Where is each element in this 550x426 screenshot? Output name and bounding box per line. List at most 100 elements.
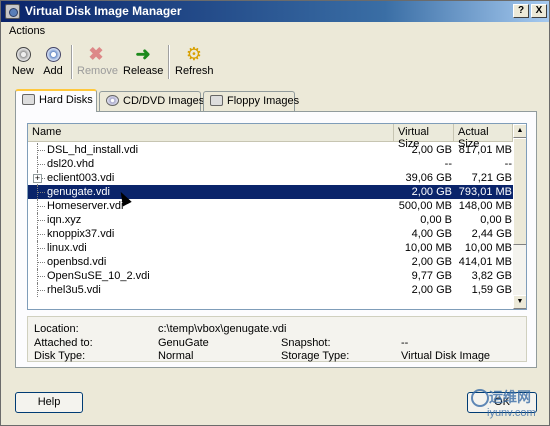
add-button[interactable]: Add — [39, 45, 67, 81]
menu-actions[interactable]: Actions — [9, 25, 45, 37]
tab-panel: Name Virtual Size Actual Size DSL_hd_ins… — [15, 111, 537, 368]
remove-label: Remove — [77, 65, 118, 77]
title-bar[interactable]: Virtual Disk Image Manager ? X — [1, 1, 549, 22]
release-button[interactable]: ➜ Release — [123, 45, 163, 81]
disk-name: rhel3u5.vdi — [47, 284, 101, 296]
actual-size: 3,82 GB — [471, 270, 512, 282]
tab-label: Hard Disks — [39, 94, 93, 106]
table-row[interactable]: rhel3u5.vdi 2,00 GB 1,59 GB — [28, 283, 513, 297]
virtual-size: 2,00 GB — [411, 144, 452, 156]
table-row[interactable]: OpenSuSE_10_2.vdi 9,77 GB 3,82 GB — [28, 269, 513, 283]
actual-size: 10,00 MB — [464, 242, 512, 254]
attached-label: Attached to: — [34, 337, 93, 349]
disk-name: knoppix37.vdi — [47, 228, 115, 240]
actual-size: 414,01 MB — [458, 256, 512, 268]
column-name[interactable]: Name — [28, 124, 394, 142]
tab-hard-disks[interactable]: Hard Disks — [15, 89, 97, 112]
help-button[interactable]: Help — [15, 392, 83, 413]
column-actual-size[interactable]: Actual Size — [454, 124, 513, 150]
table-row[interactable]: dsl20.vhd -- -- — [28, 157, 513, 171]
watermark-text: 运维网 — [489, 389, 531, 405]
actual-size: 2,44 GB — [471, 228, 512, 240]
table-row[interactable]: iqn.xyz 0,00 B 0,00 B — [28, 213, 513, 227]
actual-size: 1,59 GB — [471, 284, 512, 296]
help-title-button[interactable]: ? — [513, 4, 529, 18]
table-row[interactable]: + eclient003.vdi 39,06 GB 7,21 GB — [28, 171, 513, 185]
tree-branch-line — [37, 185, 45, 199]
location-value: c:\temp\vbox\genugate.vdi — [158, 323, 287, 335]
table-row[interactable]: DSL_hd_install.vdi 2,00 GB 817,01 MB — [28, 143, 513, 157]
tree-branch-line — [37, 199, 45, 213]
list-header: Name Virtual Size Actual Size — [28, 124, 513, 150]
tree-branch-line — [37, 269, 45, 283]
table-row[interactable]: linux.vdi 10,00 MB 10,00 MB — [28, 241, 513, 255]
expand-icon[interactable]: + — [33, 174, 42, 183]
virtual-size: 2,00 GB — [411, 284, 452, 296]
virtual-size: 2,00 GB — [411, 256, 452, 268]
disk-name: Homeserver.vdi — [47, 200, 124, 212]
add-label: Add — [43, 65, 63, 77]
actual-size: 7,21 GB — [471, 172, 512, 184]
hard-disk-icon — [22, 94, 35, 105]
disk-name: dsl20.vhd — [47, 158, 95, 170]
refresh-button[interactable]: ⚙ Refresh — [175, 44, 214, 81]
new-button[interactable]: New — [9, 45, 37, 81]
attached-value: GenuGate — [158, 337, 209, 349]
toolbar-separator — [71, 45, 73, 79]
add-disk-icon — [44, 45, 62, 63]
actual-size: 148,00 MB — [458, 200, 512, 212]
toolbar-separator — [168, 45, 170, 79]
table-row[interactable]: Homeserver.vdi 500,00 MB 148,00 MB — [28, 199, 513, 213]
tree-branch-line — [37, 227, 45, 241]
tree-branch-line — [37, 143, 45, 157]
remove-button[interactable]: ✖ Remove — [77, 44, 118, 81]
refresh-gear-icon: ⚙ — [185, 44, 203, 64]
scroll-thumb[interactable] — [513, 138, 526, 245]
storage-type-value: Virtual Disk Image — [401, 350, 491, 362]
table-row[interactable]: knoppix37.vdi 4,00 GB 2,44 GB — [28, 227, 513, 241]
tree-branch-line — [37, 213, 45, 227]
snapshot-label: Snapshot: — [281, 337, 331, 349]
tab-cd-dvd-images[interactable]: CD/DVD Images — [99, 91, 205, 111]
menu-bar: Actions — [1, 22, 549, 41]
vertical-scrollbar[interactable]: ▲ ▼ — [513, 124, 526, 309]
toolbar: New Add ✖ Remove ➜ Release ⚙ Refresh — [1, 41, 549, 85]
app-icon — [5, 4, 20, 19]
virtual-size: 39,06 GB — [405, 172, 452, 184]
disk-name: OpenSuSE_10_2.vdi — [47, 270, 150, 282]
disk-name: openbsd.vdi — [47, 256, 107, 268]
table-row[interactable]: genugate.vdi 2,00 GB 793,01 MB — [28, 185, 513, 199]
release-arrow-icon: ➜ — [135, 44, 151, 64]
virtual-size: 10,00 MB — [404, 242, 452, 254]
watermark-url: iyunv.com — [487, 407, 536, 419]
refresh-label: Refresh — [175, 65, 214, 77]
tree-branch-line — [37, 157, 45, 171]
scroll-up-icon[interactable]: ▲ — [513, 124, 526, 138]
actual-size: 817,01 MB — [458, 144, 512, 156]
remove-icon: ✖ — [88, 44, 104, 64]
column-virtual-size[interactable]: Virtual Size — [394, 124, 454, 150]
new-disk-icon — [14, 45, 32, 63]
disk-type-label: Disk Type: — [34, 350, 86, 362]
virtual-size: 2,00 GB — [411, 186, 452, 198]
watermark: 运维网 iyunv.com — [469, 385, 549, 425]
snapshot-value: -- — [401, 337, 409, 349]
storage-type-label: Storage Type: — [281, 350, 350, 362]
virtual-size: 4,00 GB — [411, 228, 452, 240]
scroll-down-icon[interactable]: ▼ — [513, 295, 526, 309]
actual-size: 793,01 MB — [458, 186, 512, 198]
disk-name: eclient003.vdi — [47, 172, 115, 184]
disk-list[interactable]: Name Virtual Size Actual Size DSL_hd_ins… — [27, 123, 527, 310]
tree-branch-line — [37, 255, 45, 269]
tab-label: CD/DVD Images — [123, 95, 205, 107]
watermark-logo-icon — [471, 389, 489, 407]
release-label: Release — [123, 65, 164, 77]
new-label: New — [11, 65, 34, 77]
virtual-size: 0,00 B — [420, 214, 452, 226]
tab-floppy-images[interactable]: Floppy Images — [203, 91, 299, 111]
table-row[interactable]: openbsd.vdi 2,00 GB 414,01 MB — [28, 255, 513, 269]
close-button[interactable]: X — [531, 4, 547, 18]
disk-name: iqn.xyz — [47, 214, 82, 226]
virtual-size: 9,77 GB — [411, 270, 452, 282]
tree-branch-line — [37, 241, 45, 255]
